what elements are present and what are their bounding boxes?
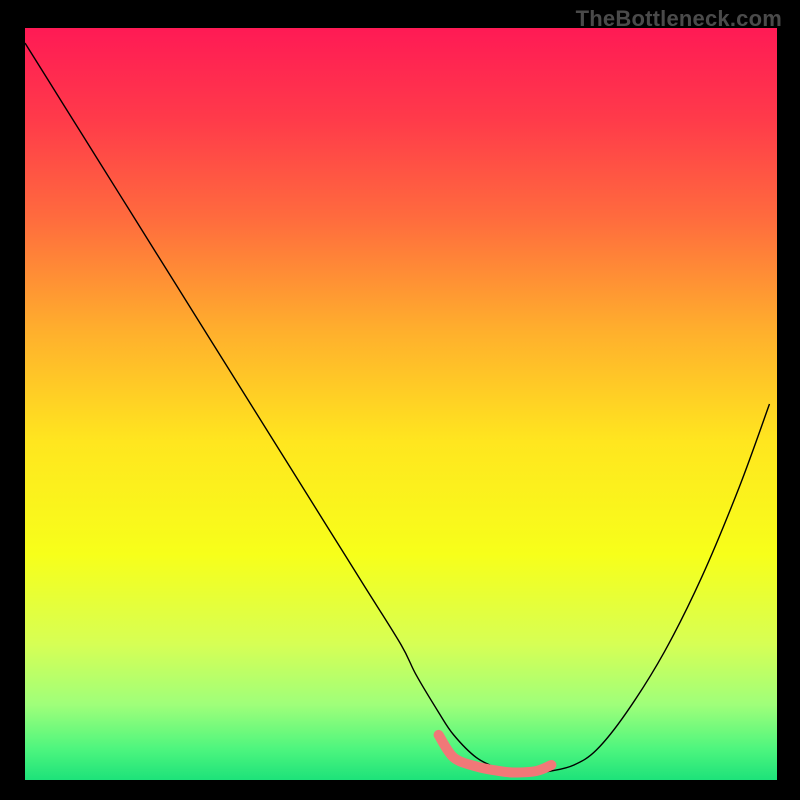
watermark-label: TheBottleneck.com [576, 6, 782, 32]
plot-area [25, 28, 777, 780]
chart-svg [25, 28, 777, 780]
gradient-background [25, 28, 777, 780]
chart-frame: TheBottleneck.com [0, 0, 800, 800]
